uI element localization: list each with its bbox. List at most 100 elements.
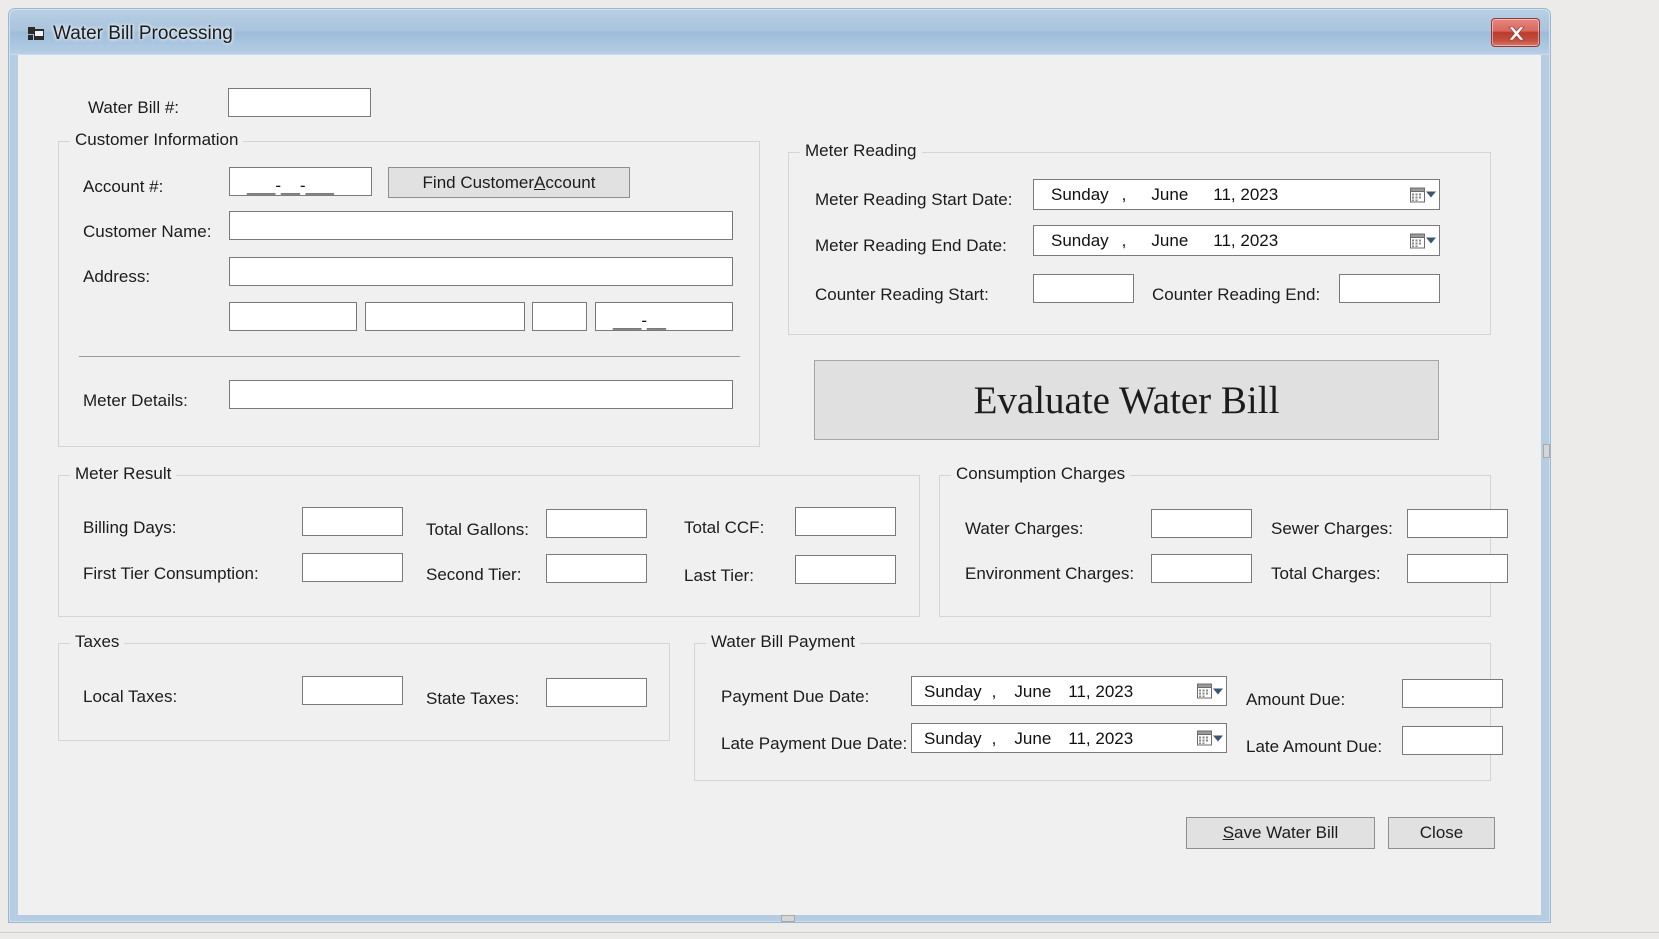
end-date-month: June bbox=[1151, 231, 1189, 250]
calendar-icon bbox=[1197, 730, 1212, 746]
start-date-comma: , bbox=[1121, 185, 1127, 204]
late-amount-due-label: Late Amount Due: bbox=[1246, 737, 1383, 756]
find-customer-account-prefix: Find Customer bbox=[422, 172, 535, 192]
payment-due-daynum: 11, 2023 bbox=[1068, 681, 1134, 701]
payment-due-date-label: Payment Due Date: bbox=[721, 687, 870, 706]
total-gallons-label: Total Gallons: bbox=[426, 520, 529, 539]
taxes-title: Taxes bbox=[70, 633, 125, 650]
city-input[interactable] bbox=[229, 302, 357, 331]
counter-reading-end-input[interactable] bbox=[1339, 274, 1440, 303]
second-tier-input[interactable] bbox=[546, 554, 647, 583]
chevron-down-icon bbox=[1426, 237, 1436, 244]
window-resize-grip-bottom[interactable] bbox=[781, 915, 795, 922]
billing-days-input[interactable] bbox=[302, 507, 403, 536]
customer-information-title: Customer Information bbox=[70, 131, 244, 148]
save-water-bill-button[interactable]: Save Water Bill bbox=[1186, 817, 1375, 849]
sewer-charges-input[interactable] bbox=[1407, 509, 1508, 538]
meter-result-group: Meter Result Billing Days: Total Gallons… bbox=[58, 465, 920, 617]
calendar-icon bbox=[1410, 187, 1425, 202]
water-bill-number-input[interactable] bbox=[228, 88, 371, 117]
customer-information-group: Customer Information Account #: ___-__-_… bbox=[58, 131, 760, 447]
meter-reading-end-date-label: Meter Reading End Date: bbox=[815, 236, 1007, 255]
environment-charges-label: Environment Charges: bbox=[965, 564, 1135, 583]
meter-reading-group: Meter Reading Meter Reading Start Date: … bbox=[788, 142, 1491, 335]
meter-reading-start-date-picker[interactable]: Sunday , June 11, 2023 bbox=[1033, 179, 1440, 210]
start-date-daynum: 11, 2023 bbox=[1213, 185, 1279, 204]
customer-name-input[interactable] bbox=[229, 211, 733, 240]
amount-due-label: Amount Due: bbox=[1246, 690, 1346, 709]
last-tier-label: Last Tier: bbox=[684, 566, 754, 585]
zip-input[interactable] bbox=[532, 302, 587, 331]
payment-due-month: June bbox=[1014, 681, 1052, 701]
late-payment-due-date-picker[interactable]: Sunday , June 11, 2023 bbox=[911, 723, 1227, 753]
total-ccf-input[interactable] bbox=[795, 507, 896, 536]
last-tier-input[interactable] bbox=[795, 555, 896, 584]
sewer-charges-label: Sewer Charges: bbox=[1271, 519, 1393, 538]
start-date-day: Sunday bbox=[1051, 185, 1109, 204]
zip-plus4-input[interactable]: ___-__ bbox=[595, 302, 733, 331]
chevron-down-icon bbox=[1213, 688, 1223, 694]
find-customer-account-accel: A bbox=[534, 172, 546, 192]
water-charges-input[interactable] bbox=[1151, 509, 1252, 538]
payment-due-dropdown[interactable] bbox=[1197, 683, 1223, 699]
total-charges-input[interactable] bbox=[1407, 554, 1508, 583]
first-tier-label: First Tier Consumption: bbox=[83, 564, 259, 583]
save-water-bill-accel: S bbox=[1222, 823, 1235, 842]
form-client-area: Water Bill #: Customer Information Accou… bbox=[18, 55, 1541, 915]
end-date-dropdown[interactable] bbox=[1410, 233, 1436, 248]
consumption-charges-title: Consumption Charges bbox=[951, 465, 1131, 482]
water-bill-payment-group: Water Bill Payment Payment Due Date: Sun… bbox=[694, 633, 1503, 781]
end-date-comma: , bbox=[1121, 231, 1127, 250]
close-form-button[interactable]: Close bbox=[1388, 817, 1495, 849]
evaluate-water-bill-button[interactable]: Evaluate Water Bill bbox=[814, 360, 1439, 440]
window-resize-grip-right[interactable] bbox=[1543, 444, 1550, 458]
find-customer-account-button[interactable]: Find Customer Account bbox=[388, 167, 630, 198]
payment-due-date-picker[interactable]: Sunday , June 11, 2023 bbox=[911, 676, 1227, 706]
start-date-dropdown[interactable] bbox=[1410, 187, 1436, 202]
meter-details-label: Meter Details: bbox=[83, 391, 188, 410]
payment-due-day: Sunday bbox=[924, 681, 982, 701]
start-date-month: June bbox=[1151, 185, 1189, 204]
account-number-input[interactable]: ___-__-___ bbox=[229, 167, 372, 196]
total-gallons-input[interactable] bbox=[546, 509, 647, 538]
calendar-icon bbox=[1410, 233, 1425, 248]
meter-details-input[interactable] bbox=[229, 380, 733, 409]
late-due-month: June bbox=[1014, 728, 1052, 748]
meter-reading-end-date-picker[interactable]: Sunday , June 11, 2023 bbox=[1033, 225, 1440, 256]
counter-reading-end-label: Counter Reading End: bbox=[1152, 285, 1321, 304]
total-charges-label: Total Charges: bbox=[1271, 564, 1381, 583]
state-taxes-input[interactable] bbox=[546, 678, 647, 707]
calendar-icon bbox=[1197, 683, 1212, 699]
customer-name-label: Customer Name: bbox=[83, 222, 212, 241]
local-taxes-input[interactable] bbox=[302, 676, 403, 705]
account-number-label: Account #: bbox=[83, 177, 164, 196]
title-bar[interactable]: Water Bill Processing bbox=[10, 10, 1549, 55]
application-form-icon bbox=[28, 27, 44, 42]
water-charges-label: Water Charges: bbox=[965, 519, 1084, 538]
address-input[interactable] bbox=[229, 257, 733, 286]
meter-reading-start-date-label: Meter Reading Start Date: bbox=[815, 190, 1013, 209]
water-bill-number-label: Water Bill #: bbox=[88, 98, 180, 117]
end-date-daynum: 11, 2023 bbox=[1213, 231, 1279, 250]
total-ccf-label: Total CCF: bbox=[684, 518, 765, 537]
late-amount-due-input[interactable] bbox=[1402, 726, 1503, 755]
close-window-button[interactable] bbox=[1491, 18, 1540, 47]
water-bill-payment-title: Water Bill Payment bbox=[706, 633, 860, 650]
meter-reading-title: Meter Reading bbox=[800, 142, 922, 159]
late-due-dropdown[interactable] bbox=[1197, 730, 1223, 746]
local-taxes-label: Local Taxes: bbox=[83, 687, 178, 706]
amount-due-input[interactable] bbox=[1402, 679, 1503, 708]
end-date-day: Sunday bbox=[1051, 231, 1109, 250]
zip-plus4-mask: ___-__ bbox=[613, 311, 666, 330]
chevron-down-icon bbox=[1213, 735, 1223, 741]
state-input[interactable] bbox=[365, 302, 525, 331]
late-due-comma: , bbox=[991, 728, 997, 748]
counter-reading-start-input[interactable] bbox=[1033, 274, 1134, 303]
application-window: Water Bill Processing Water Bill #: Cust… bbox=[8, 8, 1551, 923]
account-number-mask: ___-__-___ bbox=[247, 176, 334, 195]
environment-charges-input[interactable] bbox=[1151, 554, 1252, 583]
customer-section-divider bbox=[79, 356, 740, 357]
first-tier-input[interactable] bbox=[302, 553, 403, 582]
window-title: Water Bill Processing bbox=[53, 23, 233, 44]
consumption-charges-group: Consumption Charges Water Charges: Sewer… bbox=[939, 465, 1508, 617]
